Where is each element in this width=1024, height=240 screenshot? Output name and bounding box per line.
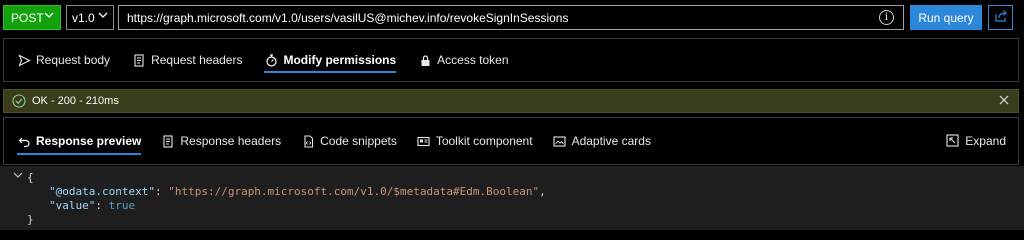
tab-label: Response preview [36, 134, 142, 148]
tab-label: Access token [437, 53, 509, 67]
tab-label: Response headers [180, 134, 282, 148]
json-close-brace: } [27, 213, 34, 226]
response-json-viewer: { "@odata.context": "https://graph.micro… [0, 166, 1024, 230]
tab-access-token[interactable]: Access token [418, 39, 509, 81]
undo-arrow-icon [17, 134, 31, 148]
headers-icon [161, 134, 175, 148]
headers-icon [132, 53, 146, 67]
response-panel: Response preview Response headers Code s… [3, 117, 1019, 165]
request-tabs: Request body Request headers Modify perm… [17, 39, 531, 81]
http-method-value: POST [11, 10, 44, 25]
card-icon [553, 134, 567, 148]
api-version-dropdown[interactable]: v1.0 [66, 5, 114, 30]
tab-label: Toolkit component [435, 134, 533, 148]
tab-label: Request headers [151, 53, 243, 67]
send-icon [17, 53, 31, 67]
json-line-context: "@odata.context": "https://graph.microso… [49, 185, 546, 198]
check-circle-icon [12, 94, 26, 108]
tab-label: Modify permissions [283, 53, 397, 67]
tab-label: Request body [36, 53, 111, 67]
tab-adaptive-cards[interactable]: Adaptive cards [553, 118, 651, 164]
tab-request-body[interactable]: Request body [17, 39, 110, 81]
chevron-down-icon[interactable] [13, 170, 23, 180]
json-key: "value" [49, 199, 96, 212]
toolkit-icon [417, 134, 431, 148]
url-input[interactable]: https://graph.microsoft.com/v1.0/users/v… [118, 5, 904, 30]
api-version-value: v1.0 [72, 10, 95, 25]
tab-code-snippets[interactable]: Code snippets [301, 118, 397, 164]
expand-button[interactable]: Expand [946, 118, 1006, 164]
run-query-button[interactable]: Run query [910, 5, 982, 30]
json-key: "@odata.context" [49, 185, 155, 198]
json-string-value: "https://graph.microsoft.com/v1.0/$metad… [168, 185, 540, 198]
share-button[interactable] [988, 5, 1013, 30]
tab-response-headers[interactable]: Response headers [161, 118, 281, 164]
url-value: https://graph.microsoft.com/v1.0/users/v… [127, 10, 569, 25]
status-bar: OK - 200 - 210ms [3, 89, 1019, 113]
request-bar: POST v1.0 https://graph.microsoft.com/v1… [0, 0, 1024, 36]
close-icon[interactable] [998, 94, 1010, 106]
tab-label: Code snippets [320, 134, 397, 148]
status-text: OK - 200 - 210ms [32, 95, 119, 107]
tab-response-preview[interactable]: Response preview [17, 118, 142, 164]
expand-icon [946, 134, 960, 148]
info-icon[interactable]: i [879, 10, 894, 25]
http-method-dropdown[interactable]: POST [3, 5, 61, 30]
expand-label: Expand [965, 134, 1006, 148]
chevron-down-icon [44, 10, 54, 23]
tab-request-headers[interactable]: Request headers [132, 39, 242, 81]
permissions-icon [264, 53, 278, 67]
lock-icon [418, 53, 432, 67]
code-file-icon [301, 134, 315, 148]
json-open-brace: { [27, 171, 34, 184]
share-icon [994, 9, 1008, 26]
json-bool-value: true [108, 199, 136, 212]
chevron-down-icon [98, 10, 108, 23]
response-tabs: Response preview Response headers Code s… [17, 118, 671, 164]
tab-label: Adaptive cards [571, 134, 651, 148]
tab-toolkit-component[interactable]: Toolkit component [417, 118, 533, 164]
json-line-value: "value": true [49, 199, 136, 212]
tab-modify-permissions[interactable]: Modify permissions [264, 39, 396, 81]
request-options-panel: Request body Request headers Modify perm… [3, 38, 1019, 82]
